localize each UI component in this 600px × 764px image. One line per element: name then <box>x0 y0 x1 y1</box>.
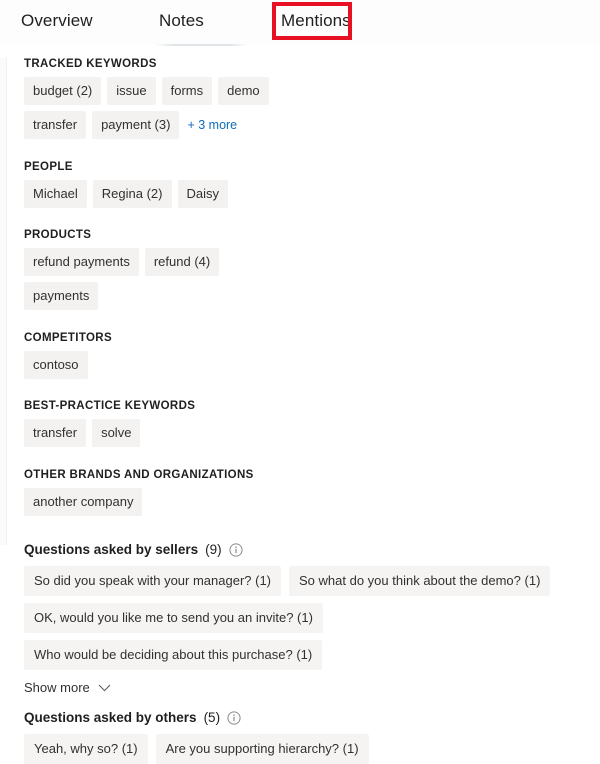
active-tab-underline <box>155 44 248 46</box>
chip-group: refund payments refund (4) payments <box>24 248 276 310</box>
chip[interactable]: another company <box>24 488 143 516</box>
chip[interactable]: transfer <box>24 419 87 447</box>
chip[interactable]: solve <box>92 419 141 447</box>
group-questions-by-sellers: Questions asked by sellers (9) So did yo… <box>0 542 600 695</box>
section-best-practice-keywords: BEST-PRACTICE KEYWORDS transfer solve <box>0 400 600 447</box>
section-title: PRODUCTS <box>24 229 92 241</box>
chip[interactable]: budget (2) <box>24 77 102 105</box>
chip[interactable]: Michael <box>24 180 87 208</box>
tab-overview[interactable]: Overview <box>21 11 93 31</box>
chip-group: transfer solve <box>24 419 276 447</box>
chip[interactable]: refund (4) <box>144 248 220 276</box>
chip[interactable]: refund payments <box>24 248 139 276</box>
chip-group: contoso <box>24 351 276 379</box>
section-competitors: COMPETITORS contoso <box>0 332 600 379</box>
chip[interactable]: transfer <box>24 111 87 139</box>
tab-bar: Overview Notes Mentions <box>0 0 600 46</box>
show-more-questions-button[interactable]: Show more <box>24 680 111 695</box>
question-chip[interactable]: Yeah, why so? (1) <box>24 734 148 764</box>
chip[interactable]: Regina (2) <box>92 180 172 208</box>
scroll-rail[interactable] <box>0 58 7 545</box>
group-count: (5) <box>203 710 221 725</box>
info-circle-icon[interactable] <box>228 542 243 557</box>
section-title: PEOPLE <box>24 161 73 173</box>
group-title: Questions asked by others <box>24 710 197 725</box>
tab-notes[interactable]: Notes <box>159 11 204 31</box>
chevron-down-icon <box>98 684 111 692</box>
show-more-label: Show more <box>24 680 90 695</box>
section-title: COMPETITORS <box>24 332 112 344</box>
group-header: Questions asked by others (5) <box>24 710 600 725</box>
section-other-brands: OTHER BRANDS AND ORGANIZATIONS another c… <box>0 469 600 516</box>
group-title: Questions asked by sellers <box>24 542 199 557</box>
chip[interactable]: payments <box>24 282 99 310</box>
chip[interactable]: demo <box>218 77 269 105</box>
chip-group: Michael Regina (2) Daisy <box>24 180 276 208</box>
question-chip[interactable]: So what do you think about the demo? (1) <box>289 566 551 596</box>
group-questions-by-others: Questions asked by others (5) Yeah, why … <box>0 710 600 764</box>
section-tracked-keywords: TRACKED KEYWORDS budget (2) issue forms … <box>0 58 600 139</box>
question-chip[interactable]: Who would be deciding about this purchas… <box>24 640 323 670</box>
section-title: OTHER BRANDS AND ORGANIZATIONS <box>24 469 254 481</box>
question-chip-group: Yeah, why so? (1) Are you supporting hie… <box>24 734 584 764</box>
info-circle-icon[interactable] <box>227 710 241 725</box>
chip[interactable]: Daisy <box>177 180 229 208</box>
chip[interactable]: forms <box>161 77 213 105</box>
section-title: BEST-PRACTICE KEYWORDS <box>24 400 196 412</box>
question-chip[interactable]: OK, would you like me to send you an inv… <box>24 603 323 633</box>
group-header: Questions asked by sellers (9) <box>24 542 600 557</box>
question-chip[interactable]: Are you supporting hierarchy? (1) <box>155 734 369 764</box>
chip[interactable]: contoso <box>24 351 88 379</box>
group-count: (9) <box>205 542 222 557</box>
question-chip[interactable]: So did you speak with your manager? (1) <box>24 566 282 596</box>
section-products: PRODUCTS refund payments refund (4) paym… <box>0 229 600 310</box>
tab-mentions[interactable]: Mentions <box>281 11 351 31</box>
chip-group: another company <box>24 488 276 516</box>
section-title: TRACKED KEYWORDS <box>24 58 157 70</box>
section-people: PEOPLE Michael Regina (2) Daisy <box>0 161 600 208</box>
chip[interactable]: payment (3) <box>92 111 180 139</box>
mentions-panel: TRACKED KEYWORDS budget (2) issue forms … <box>0 58 600 764</box>
show-more-keywords-link[interactable]: + 3 more <box>187 118 237 132</box>
question-chip-group: So did you speak with your manager? (1) … <box>24 566 584 670</box>
chip-group: budget (2) issue forms demo transfer pay… <box>24 77 276 139</box>
chip[interactable]: issue <box>107 77 156 105</box>
